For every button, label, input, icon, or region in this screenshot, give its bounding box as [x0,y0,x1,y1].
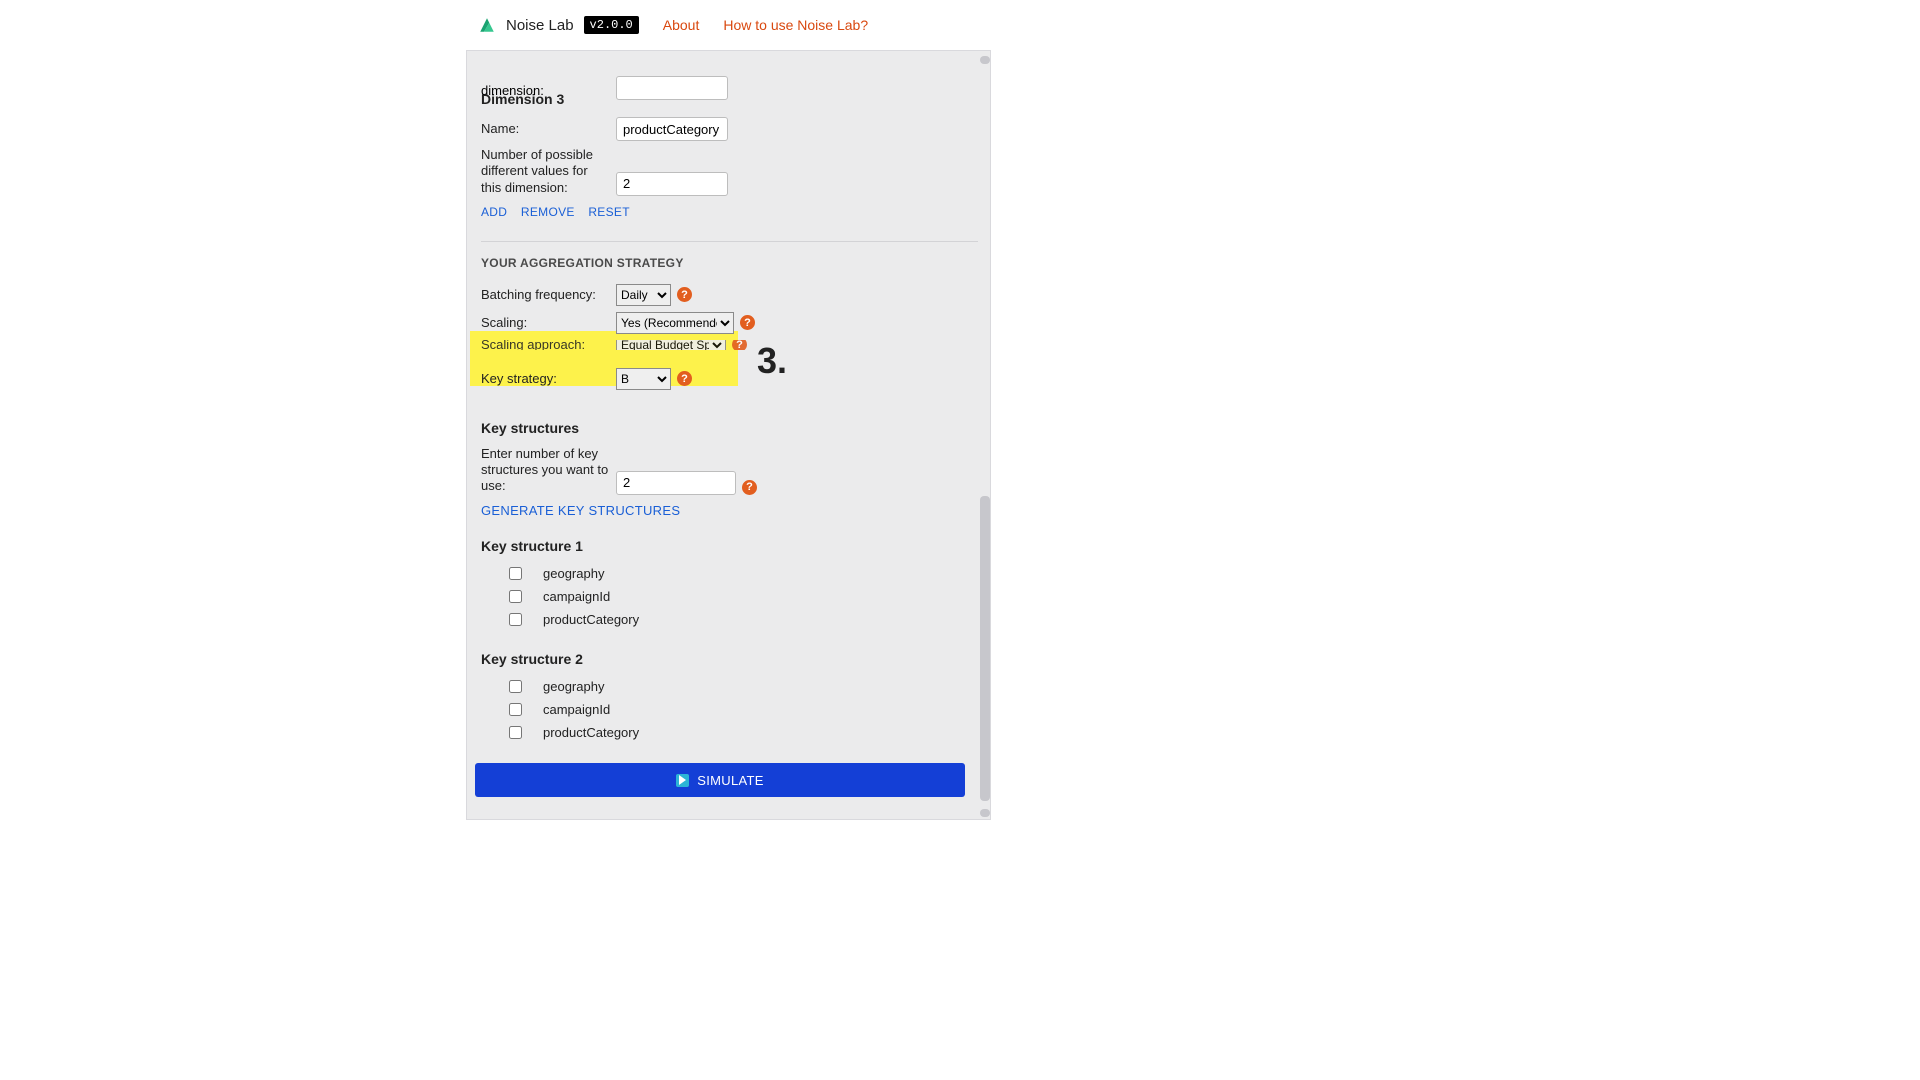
play-icon [676,774,689,787]
app-title: Noise Lab [506,17,574,34]
scrollbar-thumb[interactable] [980,496,990,801]
ks2-item: campaignId [481,698,978,721]
scaling-row: Scaling: Yes (Recommended) ? [481,312,978,334]
scrollbar-top-arrow[interactable] [980,56,990,64]
ks1-title: Key structure 1 [481,538,978,554]
ks-count-label: Enter number of key structures you want … [481,446,616,495]
ks1-item: campaignId [481,585,978,608]
generate-key-structures-button[interactable]: GENERATE KEY STRUCTURES [481,503,680,518]
ks2-check-productcategory[interactable] [509,726,522,739]
nav-howto[interactable]: How to use Noise Lab? [723,17,868,33]
batching-row: Batching frequency: Daily ? [481,284,978,306]
ks1-check-productcategory[interactable] [509,613,522,626]
ks2-check-geography[interactable] [509,680,522,693]
reset-button[interactable]: RESET [588,205,630,219]
dimension-actions: ADD REMOVE RESET [481,204,978,219]
ks-count-row: Enter number of key structures you want … [481,446,978,495]
ks1-label: geography [543,566,604,581]
noise-lab-icon [478,16,496,34]
key-structures-heading: Key structures [481,420,978,436]
help-icon[interactable]: ? [742,480,757,495]
ks2-label: campaignId [543,702,610,717]
generate-ks-row: GENERATE KEY STRUCTURES [481,503,978,518]
simulate-label: SIMULATE [697,773,763,788]
ks1-check-geography[interactable] [509,567,522,580]
ks-count-input[interactable] [616,471,736,495]
remove-button[interactable]: REMOVE [521,205,575,219]
ks2-title: Key structure 2 [481,651,978,667]
help-icon[interactable]: ? [677,287,692,302]
scrollbar-bottom-arrow[interactable] [980,809,990,817]
dimension-3-heading: Dimension 3 [481,91,978,107]
ks1-item: geography [481,562,978,585]
ks1-label: campaignId [543,589,610,604]
dim3-count-input[interactable] [616,172,728,196]
scaling-label: Scaling: [481,315,616,331]
ks2-label: productCategory [543,725,639,740]
help-icon[interactable]: ? [732,340,747,350]
dim3-count-label: Number of possible different values for … [481,147,616,196]
dim3-name-label: Name: [481,121,616,137]
ks1-label: productCategory [543,612,639,627]
ks2-item: geography [481,675,978,698]
scaling-select[interactable]: Yes (Recommended) [616,312,734,334]
help-icon[interactable]: ? [677,371,692,386]
config-panel: dimension: Dimension 3 Name: Number of p… [467,91,990,744]
divider [481,241,978,242]
scaling-approach-select[interactable]: Equal Budget Split [616,340,726,350]
key-strategy-row: Key strategy: B ? [481,368,978,390]
scaling-approach-label: Scaling approach: [481,340,616,350]
simulate-button[interactable]: SIMULATE [475,763,965,797]
help-icon[interactable]: ? [740,315,755,330]
truncated-row-label: dimension: [481,83,544,98]
nav-about[interactable]: About [663,17,700,33]
version-badge: v2.0.0 [584,16,639,34]
dim3-name-row: Name: [481,117,978,141]
ks2-item: productCategory [481,721,978,744]
dim3-name-input[interactable] [616,117,728,141]
ks1-check-campaignid[interactable] [509,590,522,603]
ks2-check-campaignid[interactable] [509,703,522,716]
app-header: Noise Lab v2.0.0 About How to use Noise … [478,16,868,34]
scrollbar-track[interactable] [980,51,990,819]
add-button[interactable]: ADD [481,205,507,219]
config-window: dimension: Dimension 3 Name: Number of p… [466,50,991,820]
batching-label: Batching frequency: [481,287,616,303]
dim3-count-row: Number of possible different values for … [481,147,978,196]
ks1-item: productCategory [481,608,978,631]
key-strategy-label: Key strategy: [481,371,616,387]
scaling-approach-row: Scaling approach: Equal Budget Split ? [481,340,978,350]
key-strategy-select[interactable]: B [616,368,671,390]
truncated-row-input[interactable] [616,76,728,100]
ks2-label: geography [543,679,604,694]
aggregation-section-heading: YOUR AGGREGATION STRATEGY [481,256,978,270]
batching-select[interactable]: Daily [616,284,671,306]
